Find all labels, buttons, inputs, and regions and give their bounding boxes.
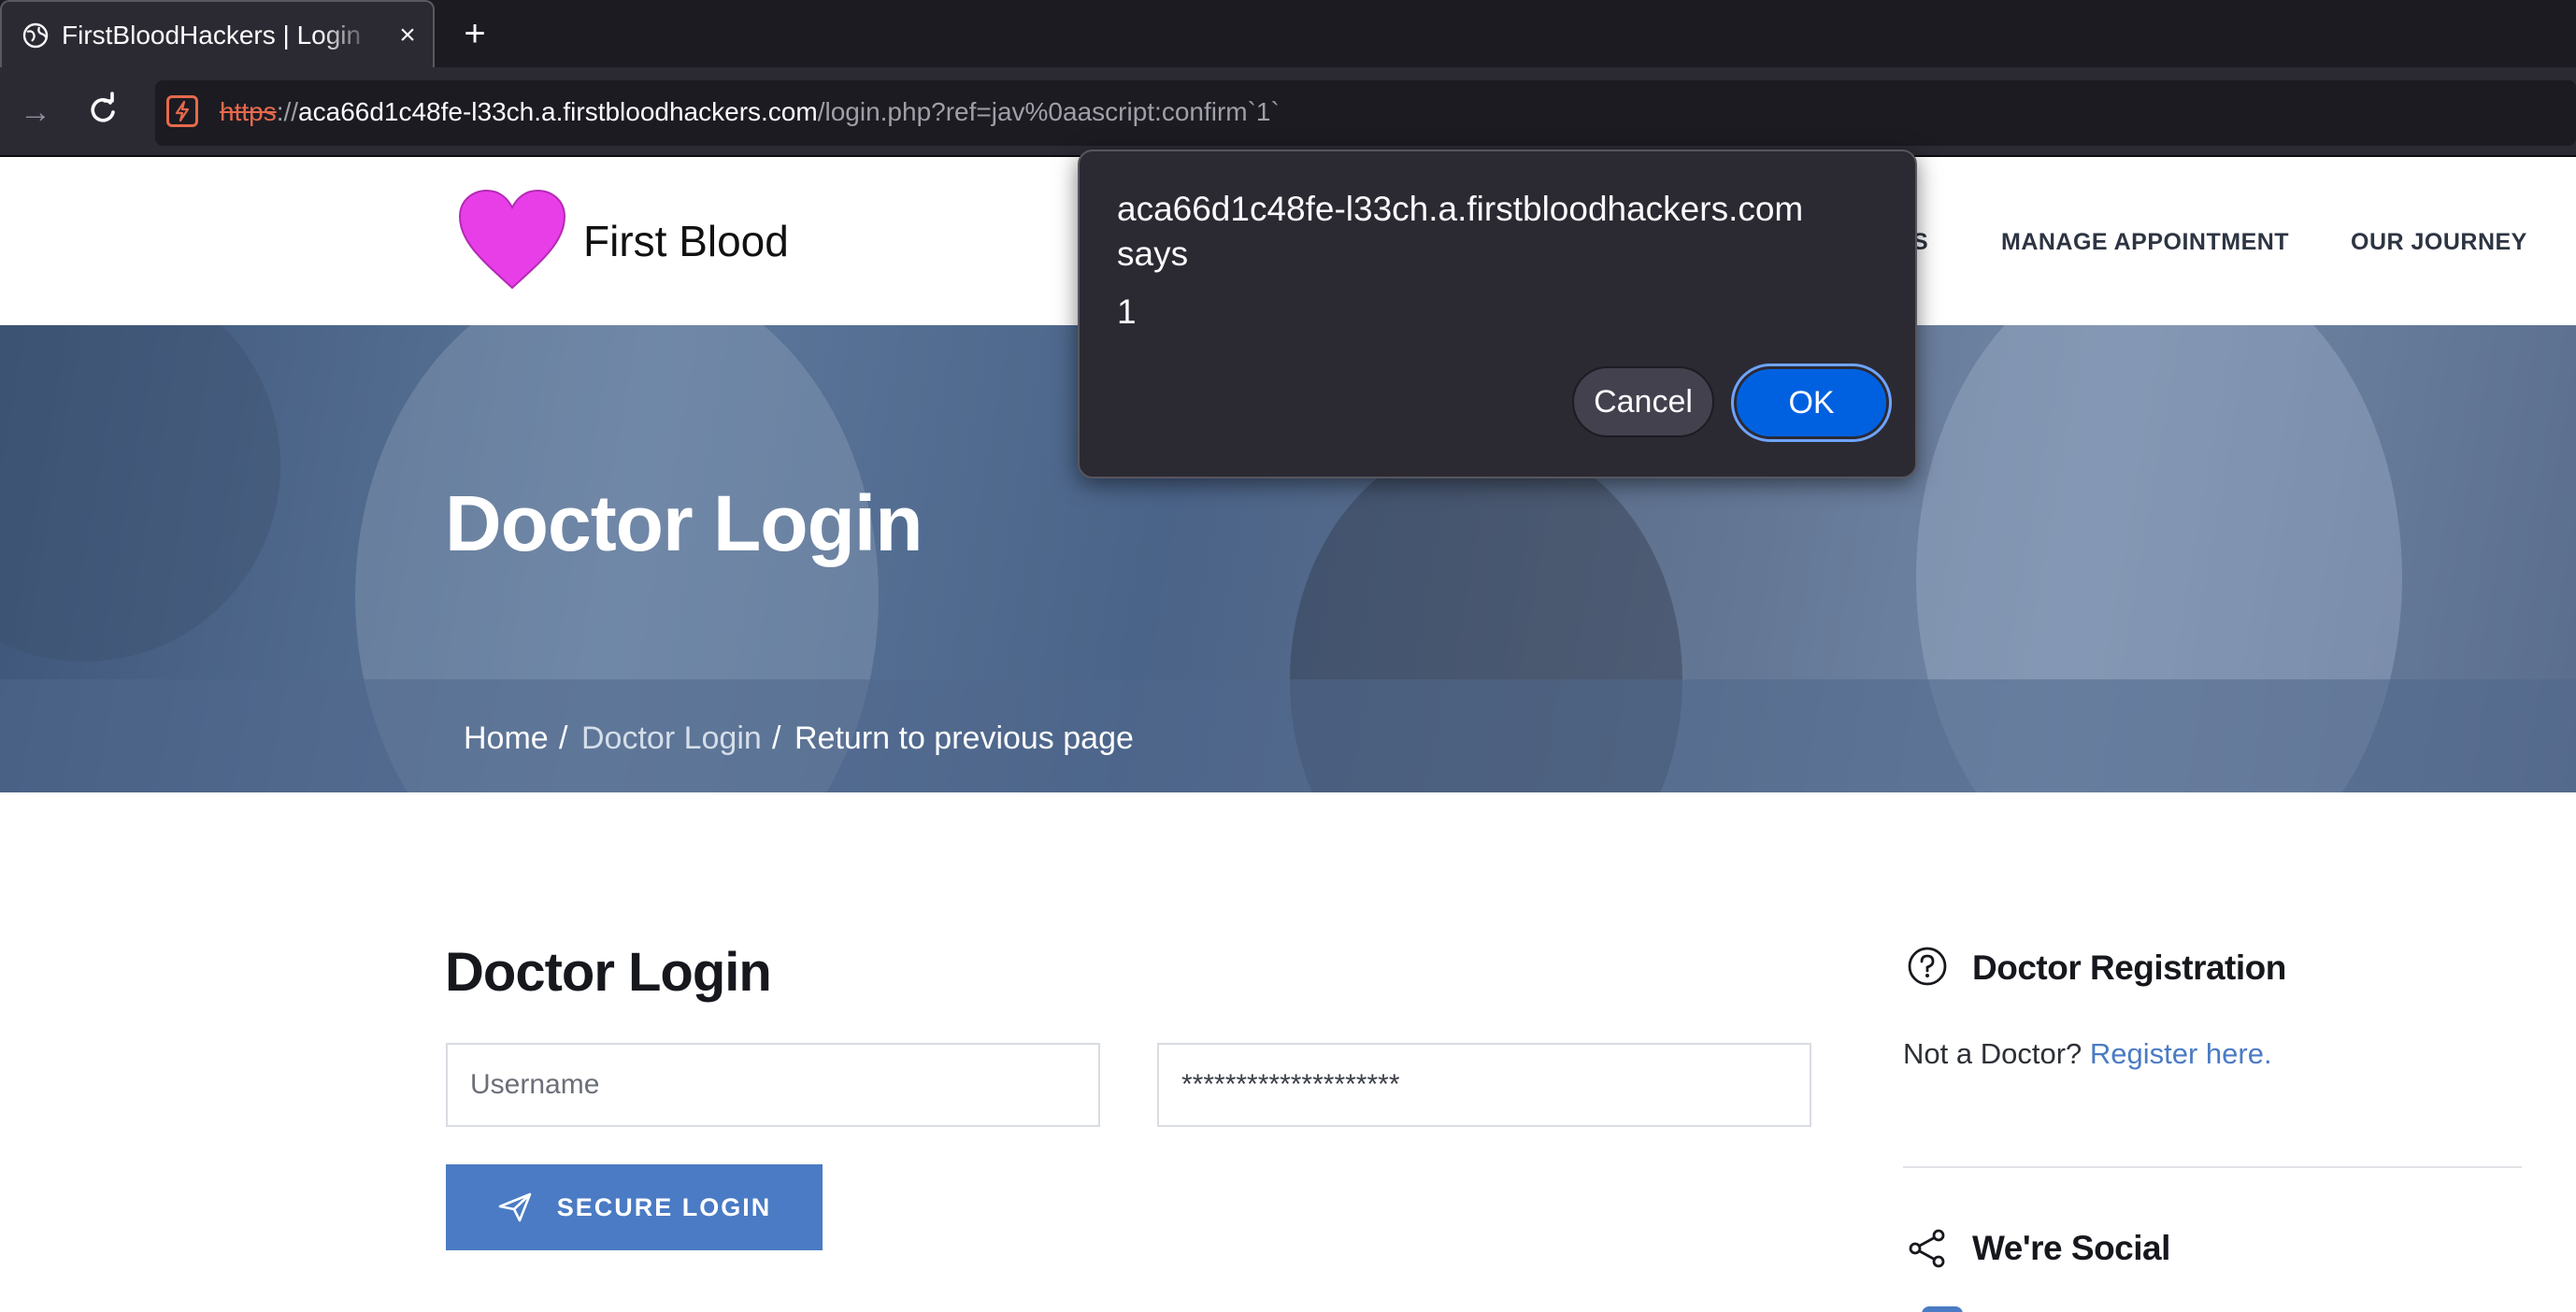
question-circle-icon bbox=[1908, 947, 1947, 986]
cancel-button[interactable]: Cancel bbox=[1572, 366, 1714, 437]
site-permissions-icon[interactable] bbox=[166, 95, 198, 127]
password-input[interactable]: ******************** bbox=[1157, 1043, 1811, 1127]
url-scheme: https bbox=[220, 97, 277, 126]
hero-title: Doctor Login bbox=[445, 479, 923, 567]
tab-close-icon[interactable]: × bbox=[391, 19, 424, 52]
breadcrumb-return-link[interactable]: Return to previous page bbox=[794, 720, 1134, 757]
social-title: We're Social bbox=[1972, 1229, 2170, 1267]
share-icon bbox=[1909, 1229, 1945, 1268]
secure-login-button[interactable]: SECURE LOGIN bbox=[446, 1164, 823, 1250]
new-tab-button[interactable]: + bbox=[454, 13, 495, 54]
breadcrumb-separator: / bbox=[559, 720, 568, 756]
sidebar-divider bbox=[1903, 1166, 2522, 1168]
dialog-value: 1 bbox=[1117, 292, 1137, 331]
send-icon bbox=[498, 1192, 532, 1222]
breadcrumb-home-link[interactable]: Home bbox=[464, 720, 549, 757]
breadcrumb-current: Doctor Login bbox=[581, 720, 762, 756]
heart-logo-icon[interactable] bbox=[458, 189, 566, 292]
nav-item-our-journey[interactable]: OUR JOURNEY bbox=[2351, 228, 2527, 256]
social-icon-partial[interactable] bbox=[1922, 1306, 1963, 1312]
dialog-message: aca66d1c48fe-l33ch.a.firstbloodhackers.c… bbox=[1117, 190, 1804, 273]
reload-icon[interactable] bbox=[82, 90, 123, 131]
nav-item-manage-appointment[interactable]: MANAGE APPOINTMENT bbox=[2001, 228, 2289, 256]
confirm-dialog: aca66d1c48fe-l33ch.a.firstbloodhackers.c… bbox=[1078, 150, 1917, 478]
registration-text: Not a Doctor? Register here. bbox=[1903, 1037, 2272, 1070]
url-path: /login.php?ref=jav%0aascript:confirm`1` bbox=[817, 97, 1280, 126]
browser-tab-bar: FirstBloodHackers | Login × + bbox=[0, 0, 2576, 67]
url-host: aca66d1c48fe-l33ch.a.firstbloodhackers.c… bbox=[298, 97, 818, 126]
site-brand[interactable]: First Blood bbox=[583, 215, 789, 267]
url-text[interactable]: https://aca66d1c48fe-l33ch.a.firstbloodh… bbox=[220, 93, 1280, 131]
username-input[interactable]: Username bbox=[446, 1043, 1100, 1127]
breadcrumb-separator: / bbox=[772, 720, 781, 756]
secure-login-label: SECURE LOGIN bbox=[556, 1192, 772, 1221]
doctor-registration-title: Doctor Registration bbox=[1972, 948, 2286, 987]
browser-tab[interactable]: FirstBloodHackers | Login × bbox=[0, 0, 435, 67]
forward-arrow-icon[interactable]: → bbox=[17, 92, 54, 133]
ok-button[interactable]: OK bbox=[1731, 364, 1892, 442]
breadcrumb bbox=[0, 679, 2576, 792]
register-link[interactable]: Register here. bbox=[2090, 1037, 2272, 1070]
globe-icon bbox=[22, 22, 49, 49]
form-title: Doctor Login bbox=[445, 942, 772, 1003]
